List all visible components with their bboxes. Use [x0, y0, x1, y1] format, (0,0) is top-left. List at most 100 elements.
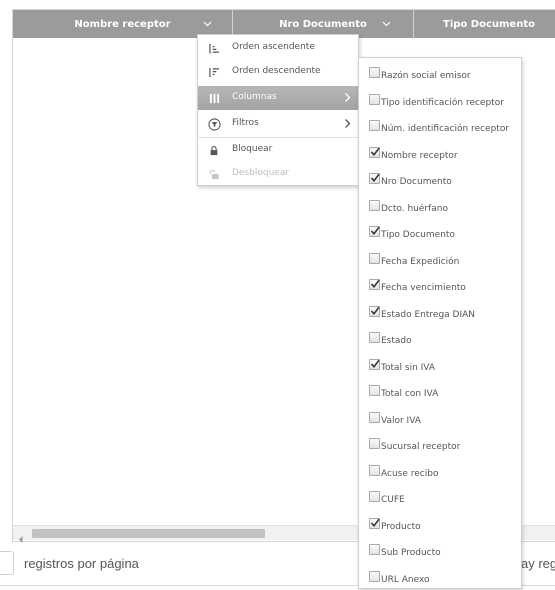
- checkbox-unchecked[interactable]: [369, 411, 380, 423]
- column-toggle-item[interactable]: Sub Producto: [359, 538, 521, 564]
- column-toggle-item[interactable]: Total sin IVA: [359, 353, 521, 379]
- column-toggle-label: Sub Producto: [381, 548, 441, 558]
- menu-item-label: Desbloquear: [232, 168, 290, 178]
- column-toggle-item[interactable]: Fecha Expedición: [359, 247, 521, 273]
- checkbox-checked[interactable]: [369, 279, 380, 290]
- checkmark-icon: [370, 359, 380, 368]
- filter-icon: [207, 117, 221, 131]
- menu-item-label: Orden descendente: [232, 66, 321, 76]
- column-header-label: Nombre receptor: [74, 18, 171, 30]
- column-toggle-label: Estado: [381, 336, 412, 346]
- checkbox-unchecked[interactable]: [369, 252, 380, 264]
- menu-item-columns[interactable]: Columnas: [198, 86, 358, 110]
- checkbox-unchecked[interactable]: [369, 438, 380, 449]
- menu-item-filters[interactable]: Filtros: [198, 112, 358, 136]
- checkbox-unchecked[interactable]: [369, 67, 380, 78]
- column-toggle-label: Tipo identificación receptor: [381, 97, 504, 108]
- chevron-down-icon[interactable]: [380, 18, 392, 30]
- column-toggle-item[interactable]: Dcto. huérfano: [359, 194, 521, 220]
- chevron-down-icon[interactable]: [201, 18, 213, 30]
- checkbox-unchecked[interactable]: [369, 93, 380, 105]
- checkmark-icon: [370, 306, 380, 315]
- chevron-right-icon: [344, 118, 351, 129]
- checkbox-unchecked[interactable]: [369, 464, 380, 476]
- column-context-menu: Orden ascendente Orden descendente Colum…: [197, 34, 359, 186]
- column-toggle-label: Nombre receptor: [381, 150, 458, 161]
- sort-ascending-icon: [207, 41, 221, 55]
- column-toggle-label: Razón social emisor: [381, 71, 471, 81]
- columns-submenu: Razón social emisor Tipo identificación r…: [358, 57, 522, 589]
- menu-item-label: Bloquear: [232, 144, 273, 154]
- column-toggle-label: Producto: [381, 521, 421, 532]
- menu-item-lock[interactable]: Bloquear: [198, 138, 358, 162]
- checkbox-checked[interactable]: [369, 226, 380, 237]
- column-toggle-label: Fecha vencimiento: [381, 283, 466, 293]
- column-toggle-item[interactable]: Producto: [359, 512, 521, 538]
- column-toggle-item[interactable]: Núm. identificación receptor: [359, 114, 521, 140]
- lock-icon: [207, 143, 221, 157]
- column-toggle-item[interactable]: Tipo Documento: [359, 220, 521, 246]
- column-toggle-item[interactable]: CUFE: [359, 485, 521, 511]
- column-toggle-item[interactable]: URL Anexo: [359, 565, 521, 590]
- per-page-label: registros por página: [24, 556, 139, 571]
- column-toggle-label: Estado Entrega DIAN: [381, 309, 476, 320]
- column-toggle-label: Fecha Expedición: [381, 256, 460, 267]
- column-toggle-label: Nro Documento: [381, 177, 452, 187]
- checkbox-unchecked[interactable]: [369, 199, 380, 211]
- column-toggle-label: Tipo Documento: [381, 230, 455, 240]
- column-header-tipo-documento[interactable]: Tipo Documento: [414, 10, 555, 38]
- column-toggle-item[interactable]: Fecha vencimiento: [359, 273, 521, 299]
- sort-descending-icon: [207, 65, 221, 79]
- page-size-select[interactable]: [0, 551, 14, 575]
- column-toggle-item[interactable]: Razón social emisor: [359, 61, 521, 87]
- column-toggle-item[interactable]: Acuse recibo: [359, 459, 521, 485]
- checkbox-checked[interactable]: [369, 358, 380, 370]
- checkmark-icon: [370, 147, 380, 156]
- column-toggle-label: CUFE: [381, 495, 405, 505]
- chevron-right-icon: [344, 92, 351, 103]
- column-toggle-item[interactable]: Valor IVA: [359, 406, 521, 432]
- unlock-icon: [207, 167, 221, 181]
- checkbox-unchecked[interactable]: [369, 491, 380, 502]
- column-header-label: Tipo Documento: [443, 18, 535, 30]
- column-toggle-label: Total sin IVA: [381, 362, 436, 373]
- checkbox-checked[interactable]: [369, 305, 380, 317]
- checkbox-unchecked[interactable]: [369, 570, 380, 582]
- column-toggle-item[interactable]: Estado Entrega DIAN: [359, 300, 521, 326]
- column-toggle-item[interactable]: Nombre receptor: [359, 141, 521, 167]
- column-toggle-label: Núm. identificación receptor: [381, 124, 510, 134]
- menu-item-label: Orden ascendente: [232, 42, 315, 52]
- checkbox-unchecked[interactable]: [369, 120, 380, 131]
- column-toggle-label: Acuse recibo: [381, 468, 439, 479]
- column-toggle-item[interactable]: Nro Documento: [359, 167, 521, 193]
- checkbox-unchecked[interactable]: [369, 544, 380, 555]
- column-toggle-label: Valor IVA: [381, 415, 421, 426]
- menu-item-sort-ascending[interactable]: Orden ascendente: [198, 36, 358, 60]
- checkmark-icon: [370, 279, 380, 289]
- column-toggle-label: URL Anexo: [381, 574, 430, 585]
- column-toggle-item[interactable]: Estado: [359, 326, 521, 352]
- checkbox-unchecked[interactable]: [369, 385, 380, 396]
- scroll-left-icon[interactable]: [17, 529, 25, 543]
- checkmark-icon: [370, 226, 380, 236]
- checkmark-icon: [370, 173, 380, 183]
- checkbox-checked[interactable]: [369, 173, 380, 184]
- records-summary-text: ay reg: [521, 556, 555, 571]
- menu-item-label: Filtros: [232, 118, 259, 128]
- menu-item-label: Columnas: [232, 92, 277, 102]
- menu-item-sort-descending[interactable]: Orden descendente: [198, 60, 358, 84]
- column-toggle-item[interactable]: Total con IVA: [359, 379, 521, 405]
- scrollbar-thumb[interactable]: [32, 529, 265, 538]
- column-toggle-item[interactable]: Sucursal receptor: [359, 432, 521, 458]
- column-toggle-label: Dcto. huérfano: [381, 203, 449, 214]
- column-toggle-item[interactable]: Tipo identificación receptor: [359, 88, 521, 114]
- menu-item-unlock: Desbloquear: [198, 162, 358, 186]
- checkbox-unchecked[interactable]: [369, 332, 380, 343]
- column-toggle-label: Total con IVA: [381, 389, 439, 399]
- column-toggle-label: Sucursal receptor: [381, 442, 461, 452]
- checkmark-icon: [370, 518, 380, 527]
- checkbox-checked[interactable]: [369, 517, 380, 529]
- columns-icon: [207, 91, 221, 105]
- checkbox-checked[interactable]: [369, 146, 380, 158]
- column-header-label: Nro Documento: [279, 18, 367, 30]
